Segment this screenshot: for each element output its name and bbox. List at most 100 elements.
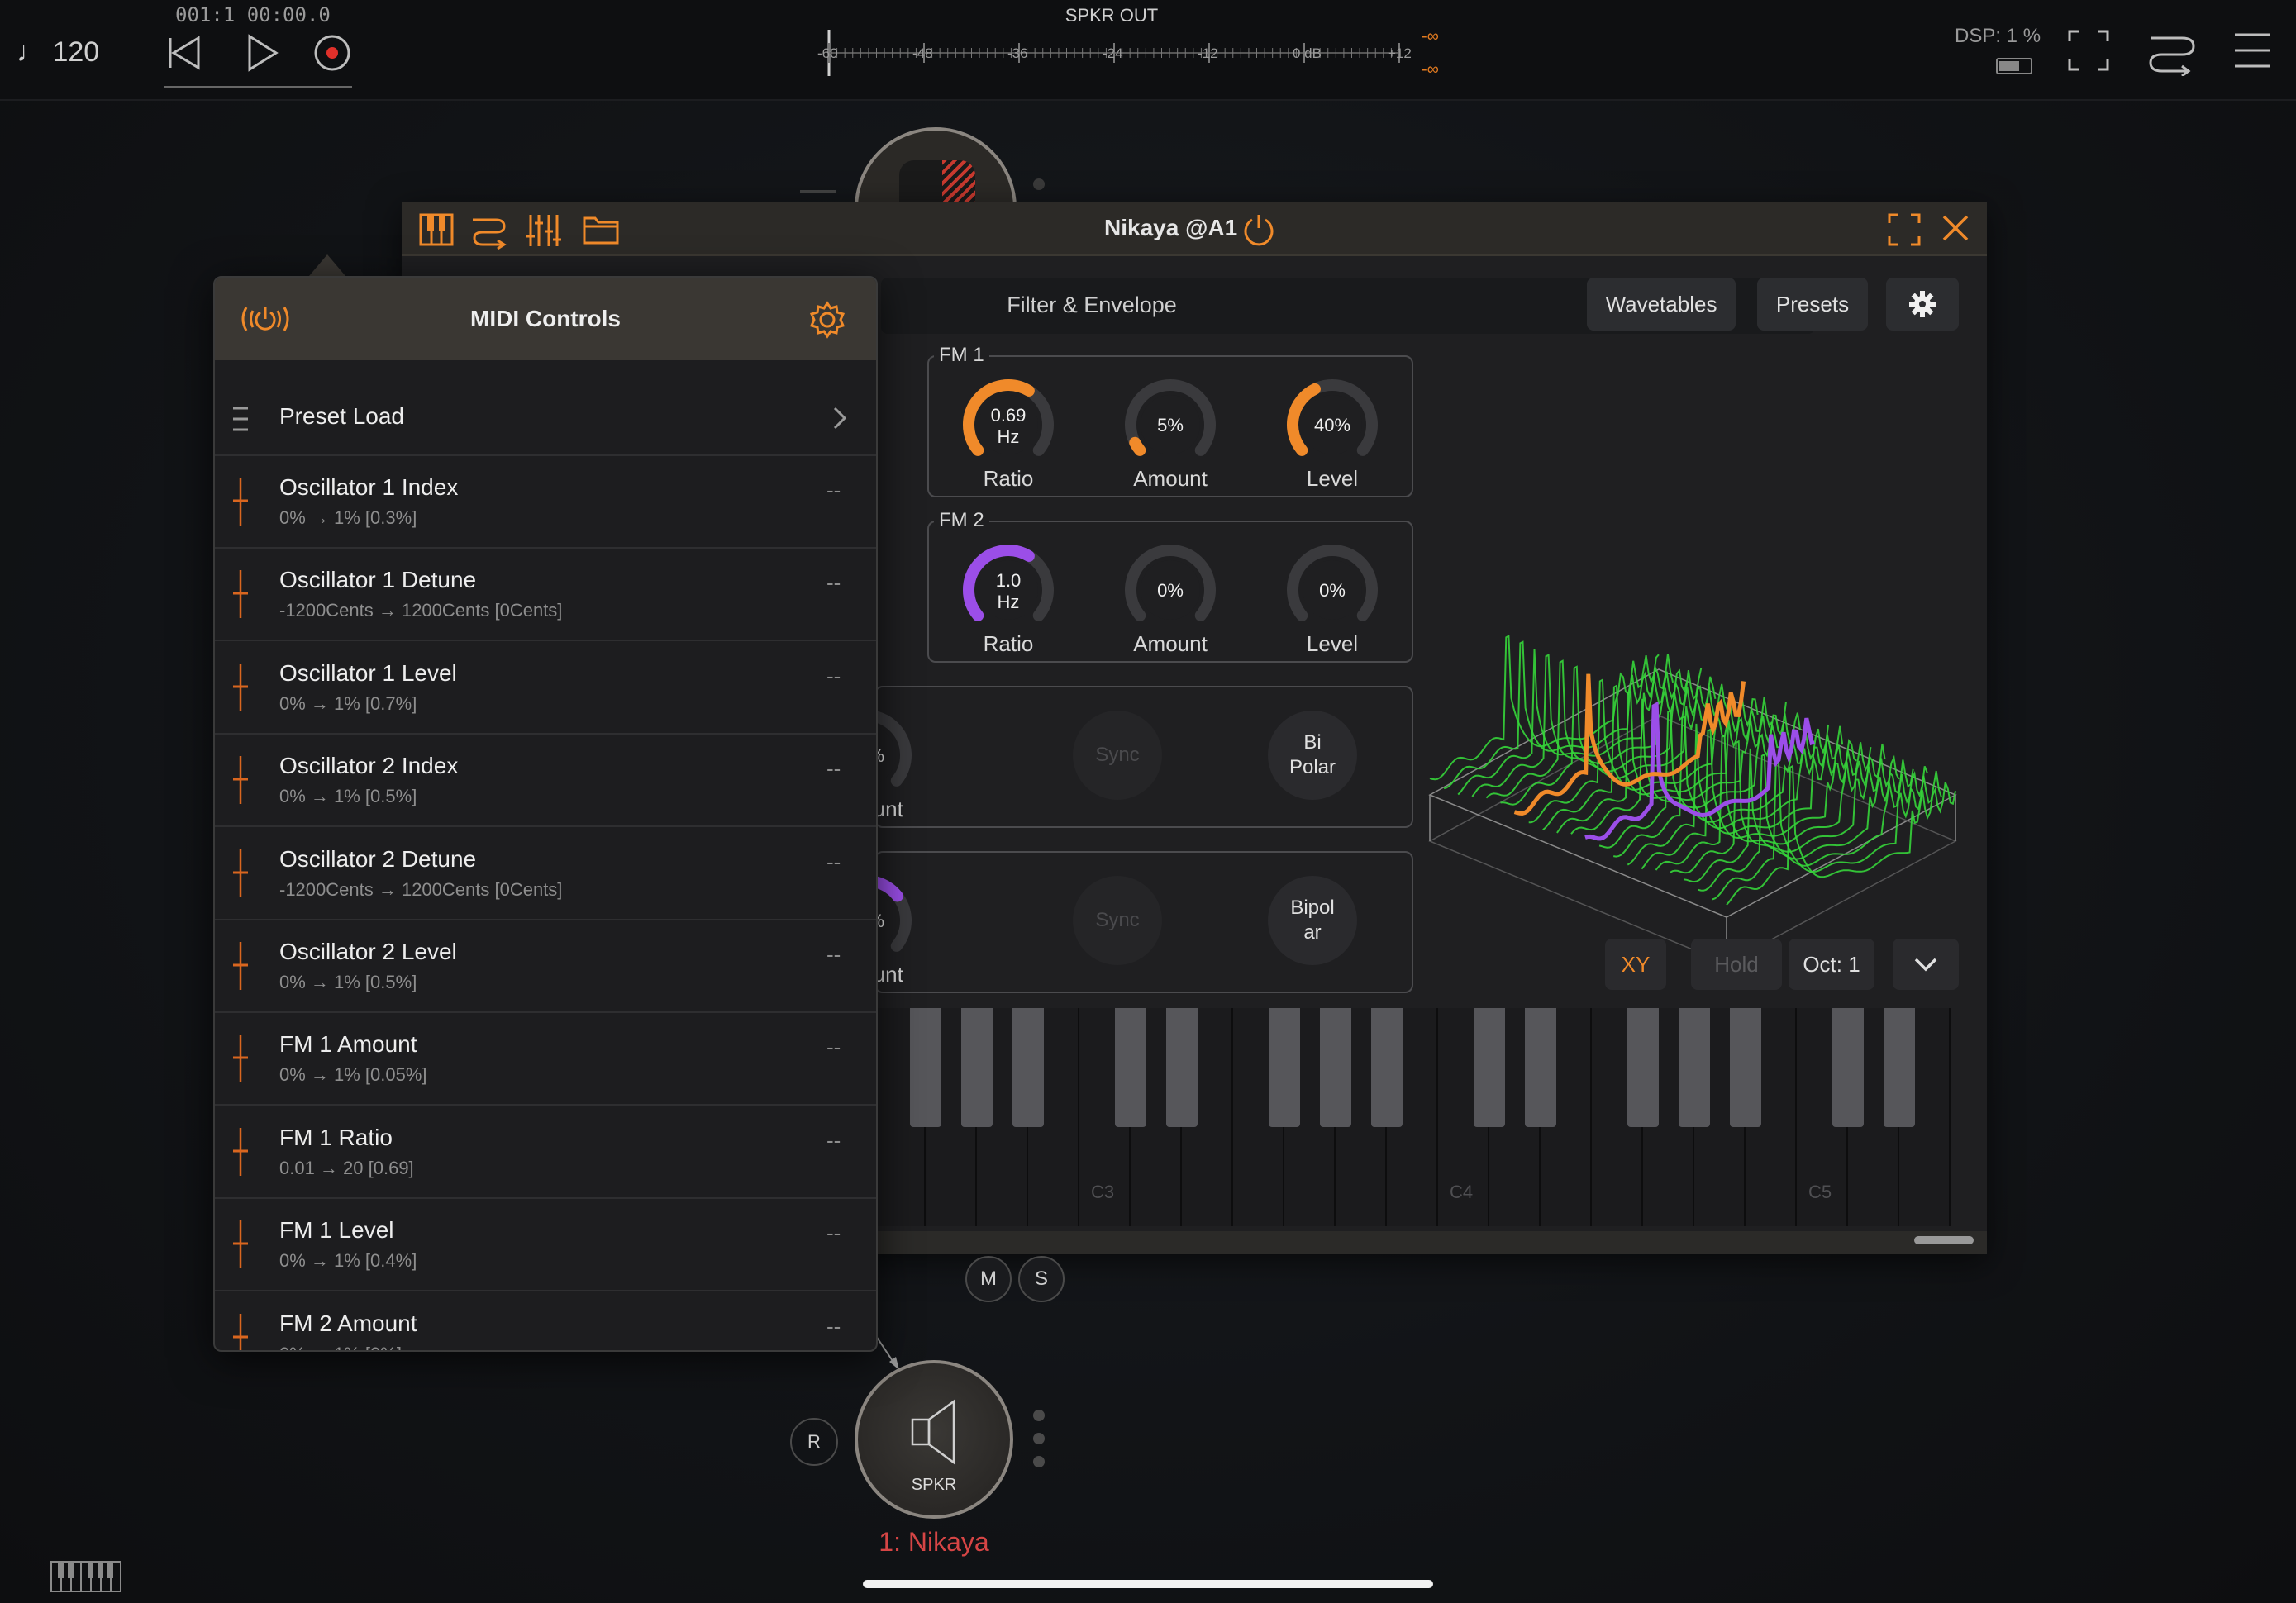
black-key[interactable] <box>1525 1008 1556 1127</box>
tempo-display[interactable]: ♩ 120 <box>17 36 99 69</box>
transport-underline <box>164 86 352 88</box>
wavetables-button[interactable]: Wavetables <box>1587 278 1736 331</box>
midi-param-title: FM 1 Ratio <box>279 1124 393 1150</box>
black-key[interactable] <box>910 1008 941 1127</box>
midi-param-mapping[interactable]: -- <box>826 478 841 503</box>
midi-param-row[interactable]: Oscillator 2 Detune -1200Cents → 1200Cent… <box>215 826 876 920</box>
black-key[interactable] <box>1679 1008 1710 1127</box>
node-handle[interactable] <box>1033 178 1045 190</box>
black-key[interactable] <box>1730 1008 1761 1127</box>
piano-keyboard[interactable]: C3 C4 C5 <box>874 1008 1957 1226</box>
play-icon[interactable] <box>238 30 284 76</box>
wavetable-3d-display[interactable] <box>1427 450 1972 1011</box>
keyboard-icon[interactable] <box>418 212 455 248</box>
midi-param-row[interactable]: Oscillator 2 Level 0% → 1% [0.5%] -- <box>215 919 876 1013</box>
black-key[interactable] <box>1269 1008 1300 1127</box>
popover-caret <box>309 254 345 276</box>
midi-param-mapping[interactable]: -- <box>826 1128 841 1153</box>
hold-button[interactable]: Hold <box>1691 939 1782 990</box>
midi-param-mapping[interactable]: -- <box>826 942 841 968</box>
mod2-bipolar-button[interactable]: Bipol ar <box>1268 876 1357 965</box>
midi-param-mapping[interactable]: -- <box>826 1314 841 1339</box>
black-key[interactable] <box>1166 1008 1198 1127</box>
black-key[interactable] <box>1115 1008 1146 1127</box>
fullscreen-icon[interactable] <box>2065 26 2113 74</box>
solo-button[interactable]: S <box>1018 1256 1065 1302</box>
close-icon[interactable] <box>1939 212 1972 245</box>
midi-param-row[interactable]: Oscillator 2 Index 0% → 1% [0.5%] -- <box>215 733 876 828</box>
xy-button[interactable]: XY <box>1605 939 1666 990</box>
midi-param-row[interactable]: Oscillator 1 Level 0% → 1% [0.7%] -- <box>215 640 876 735</box>
expand-icon[interactable] <box>1886 212 1922 248</box>
black-key[interactable] <box>961 1008 993 1127</box>
record-arm-button[interactable]: R <box>790 1418 838 1466</box>
track-name[interactable]: 1: Nikaya <box>826 1527 1041 1558</box>
record-icon[interactable] <box>309 30 355 76</box>
midi-param-mapping[interactable]: -- <box>826 849 841 875</box>
midi-param-row[interactable]: Oscillator 1 Index 0% → 1% [0.3%] -- <box>215 454 876 549</box>
keyboard-expand-button[interactable] <box>1893 939 1959 990</box>
knob-value-arc <box>1129 436 1146 456</box>
gear-icon[interactable] <box>808 301 846 339</box>
menu-icon[interactable] <box>2232 26 2273 74</box>
wavetable-frame-line <box>1627 723 1857 866</box>
mixer-icon[interactable] <box>526 212 562 250</box>
keyboard-toggle-icon[interactable] <box>50 1558 124 1595</box>
black-key[interactable] <box>1832 1008 1864 1127</box>
midi-param-row[interactable]: FM 1 Amount 0% → 1% [0.05%] -- <box>215 1011 876 1106</box>
preset-load-row[interactable]: Preset Load <box>215 382 876 456</box>
home-indicator[interactable] <box>863 1580 1433 1588</box>
mute-button[interactable]: M <box>965 1256 1012 1302</box>
gear-icon <box>1909 291 1936 317</box>
fm1-amount-label: Amount <box>1133 466 1208 491</box>
black-key[interactable] <box>1012 1008 1044 1127</box>
black-key[interactable] <box>1371 1008 1403 1127</box>
black-key[interactable] <box>1627 1008 1659 1127</box>
midi-controls-title: MIDI Controls <box>470 306 621 331</box>
tab-filter-envelope[interactable]: Filter & Envelope <box>972 293 1212 318</box>
midi-param-title: Oscillator 1 Detune <box>279 567 477 593</box>
folder-icon[interactable] <box>582 212 620 246</box>
slider-icon <box>233 1127 248 1176</box>
power-icon[interactable] <box>1241 212 1276 246</box>
preset-load-label: Preset Load <box>279 403 404 429</box>
mod2-bipolar-line1: Bipol <box>1290 897 1335 919</box>
midi-param-row[interactable]: FM 1 Ratio 0.01 → 20 [0.69] -- <box>215 1105 876 1199</box>
midi-param-mapping[interactable]: -- <box>826 1035 841 1060</box>
midi-param-mapping[interactable]: -- <box>826 570 841 596</box>
midi-param-mapping[interactable]: -- <box>826 664 841 689</box>
fm2-level-label: Level <box>1306 631 1359 656</box>
midi-param-range: 0% → 1% [0%] <box>279 1344 402 1350</box>
mod2-bipolar-line2: ar <box>1303 921 1322 944</box>
midi-param-row[interactable]: FM 2 Amount 0% → 1% [0%] -- <box>215 1291 876 1350</box>
midi-param-row[interactable]: Oscillator 1 Detune -1200Cents → 1200Cent… <box>215 547 876 642</box>
mod1-bipolar-button[interactable]: Bi Polar <box>1268 711 1357 800</box>
fm1-ratio-unit: Hz <box>997 426 1020 447</box>
mod1-sync-button[interactable]: Sync <box>1073 711 1162 800</box>
presets-button[interactable]: Presets <box>1757 278 1868 331</box>
midi-param-title: Oscillator 2 Detune <box>279 845 477 872</box>
midi-param-mapping[interactable]: -- <box>826 756 841 782</box>
fm2-level-value: 0% <box>1319 580 1346 601</box>
speaker-output-node[interactable] <box>855 1360 1013 1519</box>
midi-param-row[interactable]: FM 1 Level 0% → 1% [0.4%] -- <box>215 1197 876 1292</box>
black-key[interactable] <box>1320 1008 1351 1127</box>
fm2-ratio-label: Ratio <box>983 631 1034 656</box>
meter-tick-label: +12 <box>1388 45 1412 61</box>
midi-param-range: 0% → 1% [0.5%] <box>279 972 417 992</box>
midi-routing-icon[interactable] <box>469 212 509 250</box>
routing-icon[interactable] <box>2146 26 2198 76</box>
octave-button[interactable]: Oct: 1 <box>1789 939 1874 990</box>
meter-tick-label: -48 <box>912 45 933 61</box>
settings-button[interactable] <box>1886 278 1959 331</box>
key-octave-label: C5 <box>1808 1182 1832 1202</box>
rewind-icon[interactable] <box>162 30 208 76</box>
midi-param-mapping[interactable]: -- <box>826 1220 841 1246</box>
meter-tick-label: -24 <box>1103 45 1123 61</box>
mod2-sync-button[interactable]: Sync <box>1073 876 1162 965</box>
black-key[interactable] <box>1474 1008 1505 1127</box>
slider-icon <box>233 756 248 805</box>
black-key[interactable] <box>1884 1008 1915 1127</box>
peak-bottom: -∞ <box>1422 60 1439 78</box>
scrollbar-thumb[interactable] <box>1914 1236 1974 1244</box>
